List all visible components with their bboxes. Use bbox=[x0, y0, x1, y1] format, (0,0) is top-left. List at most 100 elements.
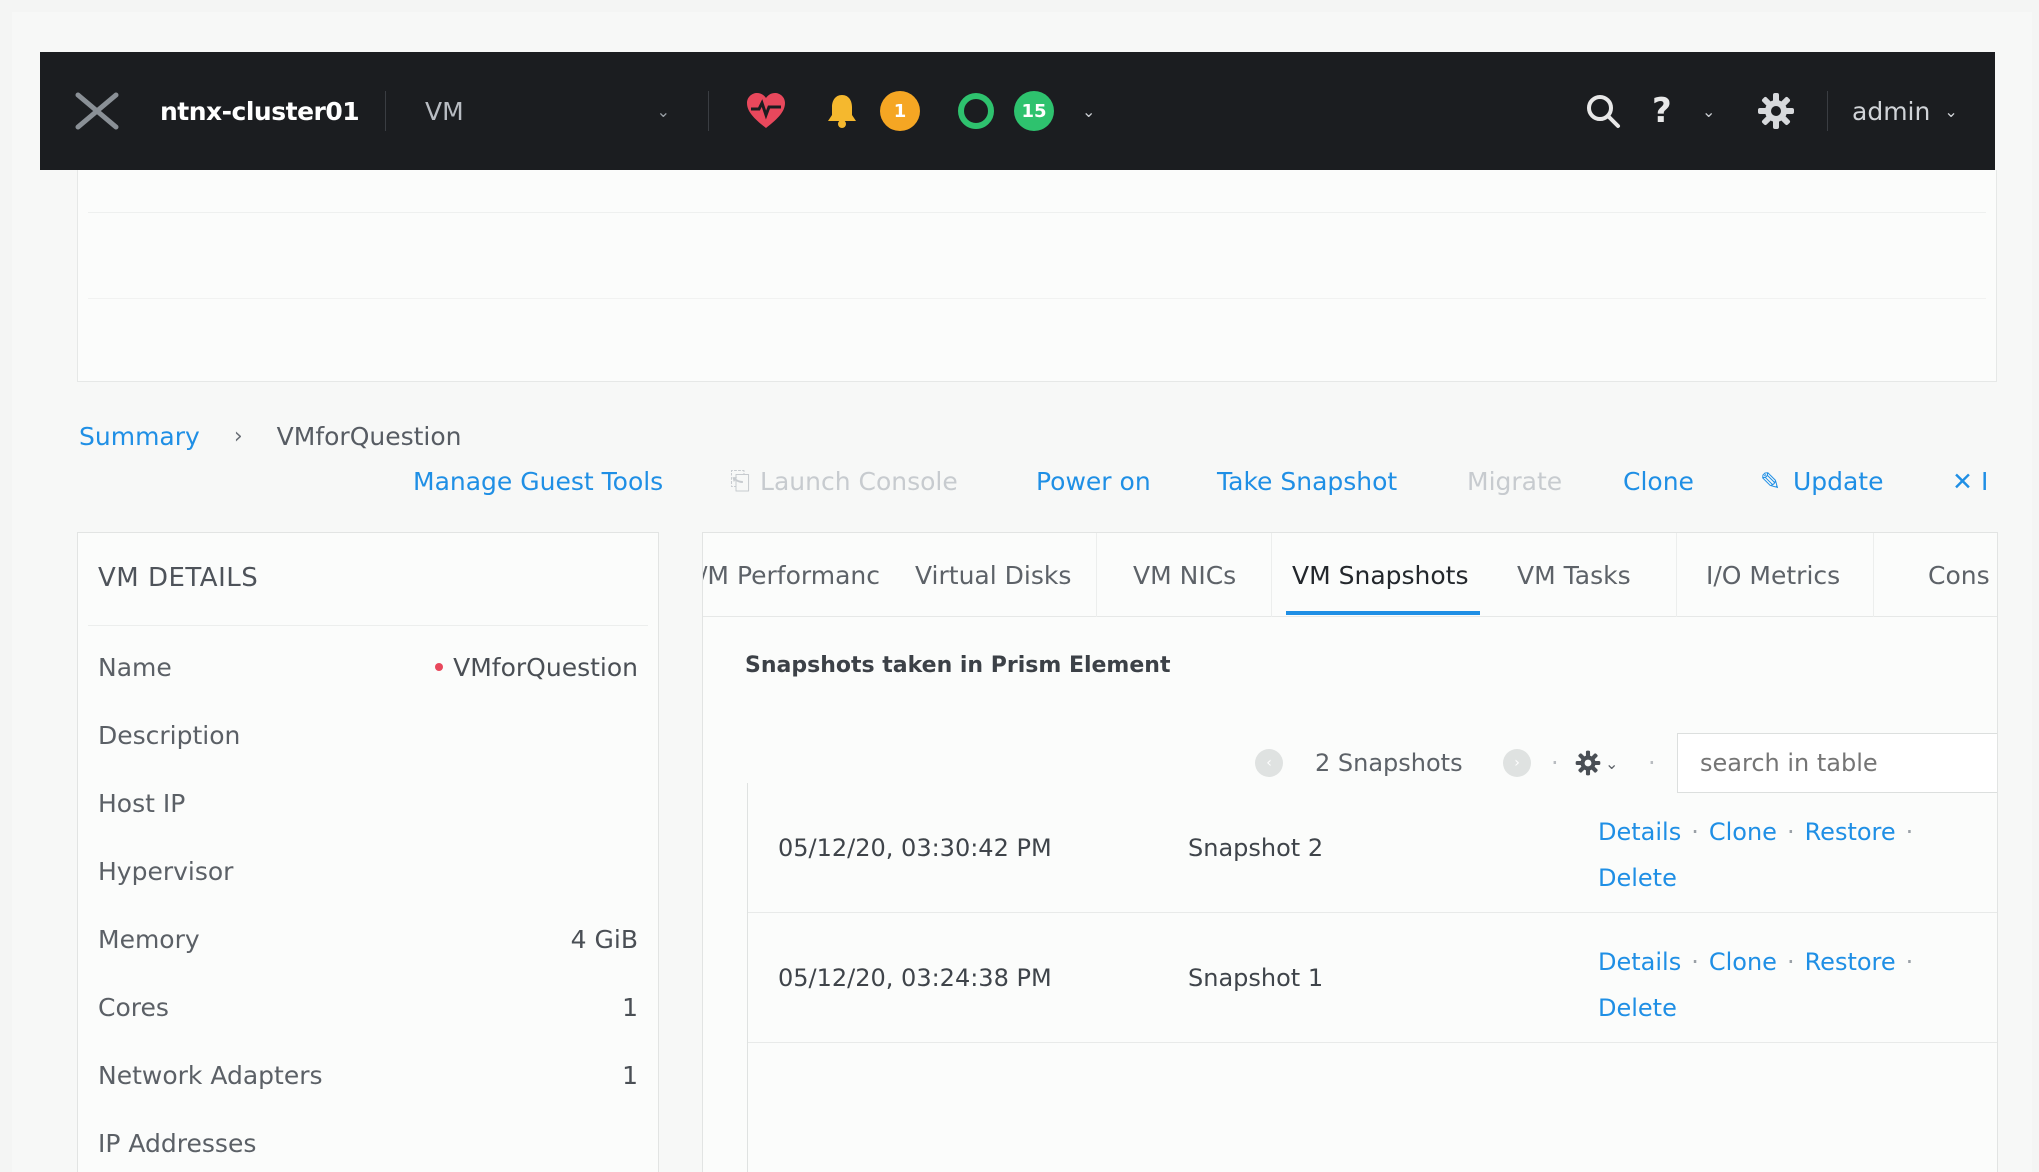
vm-tabs-panel: /M Performanc Virtual Disks VM NICs VM S… bbox=[702, 532, 1998, 1172]
search-icon[interactable] bbox=[1585, 52, 1621, 170]
delete-link[interactable]: Delete bbox=[1598, 864, 1677, 892]
snapshot-name: Snapshot 1 bbox=[1188, 964, 1324, 992]
ring-icon[interactable] bbox=[958, 93, 994, 129]
launch-console-link[interactable]: ⎗ Launch Console bbox=[730, 460, 958, 502]
detail-label: Cores bbox=[98, 992, 169, 1022]
tab-vm-snapshots[interactable]: VM Snapshots bbox=[1292, 533, 1469, 617]
update-link[interactable]: ✎ Update bbox=[1760, 460, 1884, 502]
tab-bar: /M Performanc Virtual Disks VM NICs VM S… bbox=[703, 533, 1997, 617]
user-name: admin bbox=[1852, 96, 1931, 126]
row-actions: Details · Clone · Restore · Delete bbox=[1598, 939, 1978, 1031]
detail-row-cores: Cores 1 bbox=[98, 987, 638, 1027]
power-status-dot-icon bbox=[435, 663, 444, 671]
take-snapshot-link[interactable]: Take Snapshot bbox=[1217, 460, 1397, 502]
bell-icon[interactable] bbox=[825, 52, 859, 170]
divider bbox=[1676, 533, 1677, 617]
tab-vm-nics[interactable]: VM NICs bbox=[1133, 533, 1236, 617]
view-selector-label: VM bbox=[425, 96, 464, 126]
detail-label: Host IP bbox=[98, 788, 186, 818]
breadcrumb-summary-link[interactable]: Summary bbox=[79, 422, 200, 451]
task-count-badge[interactable]: 15 bbox=[1014, 91, 1054, 131]
detail-label: Network Adapters bbox=[98, 1060, 323, 1090]
divider bbox=[88, 298, 1986, 299]
help-icon[interactable]: ? bbox=[1652, 52, 1672, 170]
summary-panel bbox=[77, 170, 1997, 382]
divider bbox=[708, 91, 709, 131]
active-tab-indicator bbox=[1286, 611, 1480, 615]
tab-console[interactable]: Cons bbox=[1928, 533, 1990, 617]
view-selector-dropdown[interactable]: VM ⌄ bbox=[425, 52, 670, 170]
detail-row-memory: Memory 4 GiB bbox=[98, 919, 638, 959]
separator-dot: · bbox=[1786, 948, 1795, 976]
clone-link[interactable]: Clone bbox=[1623, 460, 1694, 502]
vm-details-title: VM DETAILS bbox=[98, 563, 259, 593]
detail-row-name: Name VMforQuestion bbox=[98, 647, 638, 687]
divider bbox=[88, 212, 1986, 213]
detail-label: Name bbox=[98, 652, 172, 682]
chevron-left-icon: ‹ bbox=[1255, 749, 1283, 777]
separator-dot: · bbox=[1786, 818, 1795, 846]
divider bbox=[1827, 91, 1828, 131]
divider bbox=[1271, 533, 1272, 617]
restore-link[interactable]: Restore bbox=[1805, 818, 1896, 846]
separator-dot: · bbox=[1905, 948, 1914, 976]
launch-console-label: Launch Console bbox=[760, 466, 958, 496]
health-heart-icon[interactable] bbox=[745, 52, 787, 170]
breadcrumb-current: VMforQuestion bbox=[276, 421, 462, 451]
chevron-right-icon: › bbox=[1503, 749, 1531, 777]
power-on-link[interactable]: Power on bbox=[1036, 460, 1151, 502]
chevron-right-icon: › bbox=[233, 423, 243, 449]
snapshot-name: Snapshot 2 bbox=[1188, 834, 1324, 862]
details-link[interactable]: Details bbox=[1598, 818, 1681, 846]
console-icon: ⎗ bbox=[730, 466, 751, 495]
update-label: Update bbox=[1792, 466, 1884, 496]
vm-name-value: VMforQuestion bbox=[453, 652, 638, 682]
clone-link[interactable]: Clone bbox=[1709, 818, 1777, 846]
separator-dot: · bbox=[1905, 818, 1914, 846]
vm-action-bar: Manage Guest Tools ⎗ Launch Console Powe… bbox=[0, 460, 2039, 502]
details-link[interactable]: Details bbox=[1598, 948, 1681, 976]
gear-icon[interactable] bbox=[1757, 52, 1795, 170]
user-menu[interactable]: admin ⌄ bbox=[1852, 52, 1958, 170]
restore-link[interactable]: Restore bbox=[1805, 948, 1896, 976]
separator-dot: · bbox=[1691, 948, 1699, 976]
snapshot-time: 05/12/20, 03:24:38 PM bbox=[778, 964, 1052, 992]
detail-label: Description bbox=[98, 720, 241, 750]
tab-vm-performance[interactable]: /M Performanc bbox=[703, 533, 880, 617]
clone-link[interactable]: Clone bbox=[1709, 948, 1777, 976]
delete-link[interactable]: Delete bbox=[1598, 994, 1677, 1022]
detail-label: IP Addresses bbox=[98, 1128, 257, 1158]
detail-label: Memory bbox=[98, 924, 200, 954]
warning-count-badge[interactable]: 1 bbox=[880, 91, 920, 131]
divider bbox=[385, 91, 386, 131]
detail-row-hypervisor: Hypervisor bbox=[98, 851, 638, 891]
detail-value: VMforQuestion bbox=[435, 653, 638, 682]
nutanix-logo-icon[interactable] bbox=[74, 52, 120, 170]
tab-vm-tasks[interactable]: VM Tasks bbox=[1517, 533, 1631, 617]
detail-row-network-adapters: Network Adapters 1 bbox=[98, 1055, 638, 1095]
vm-details-panel: VM DETAILS Name VMforQuestion Descriptio… bbox=[77, 532, 659, 1172]
divider bbox=[1873, 533, 1874, 617]
detail-value: 4 GiB bbox=[570, 924, 638, 954]
close-icon: ✕ bbox=[1952, 466, 1973, 496]
delete-label-partial: I bbox=[1980, 466, 1989, 496]
row-actions: Details · Clone · Restore · Delete bbox=[1598, 809, 1978, 901]
chevron-down-icon[interactable]: ⌄ bbox=[1082, 52, 1095, 170]
migrate-link[interactable]: Migrate bbox=[1467, 460, 1562, 502]
chevron-down-icon[interactable]: ⌄ bbox=[1702, 52, 1715, 170]
breadcrumb: Summary › VMforQuestion bbox=[79, 418, 462, 454]
table-row: 05/12/20, 03:30:42 PM Snapshot 2 Details… bbox=[748, 783, 1997, 913]
divider bbox=[88, 625, 648, 626]
detail-value: 1 bbox=[622, 992, 638, 1022]
chevron-down-icon: ⌄ bbox=[1944, 101, 1958, 121]
snapshots-table: 05/12/20, 03:30:42 PM Snapshot 2 Details… bbox=[747, 783, 1997, 1172]
pencil-icon: ✎ bbox=[1760, 466, 1781, 496]
divider bbox=[1096, 533, 1097, 617]
manage-guest-tools-link[interactable]: Manage Guest Tools bbox=[413, 460, 663, 502]
tab-virtual-disks[interactable]: Virtual Disks bbox=[915, 533, 1071, 617]
snapshot-time: 05/12/20, 03:30:42 PM bbox=[778, 834, 1052, 862]
delete-link[interactable]: ✕ I bbox=[1952, 460, 1988, 502]
tab-io-metrics[interactable]: I/O Metrics bbox=[1706, 533, 1840, 617]
cluster-name[interactable]: ntnx-cluster01 bbox=[160, 52, 360, 170]
detail-row-description: Description bbox=[98, 715, 638, 755]
